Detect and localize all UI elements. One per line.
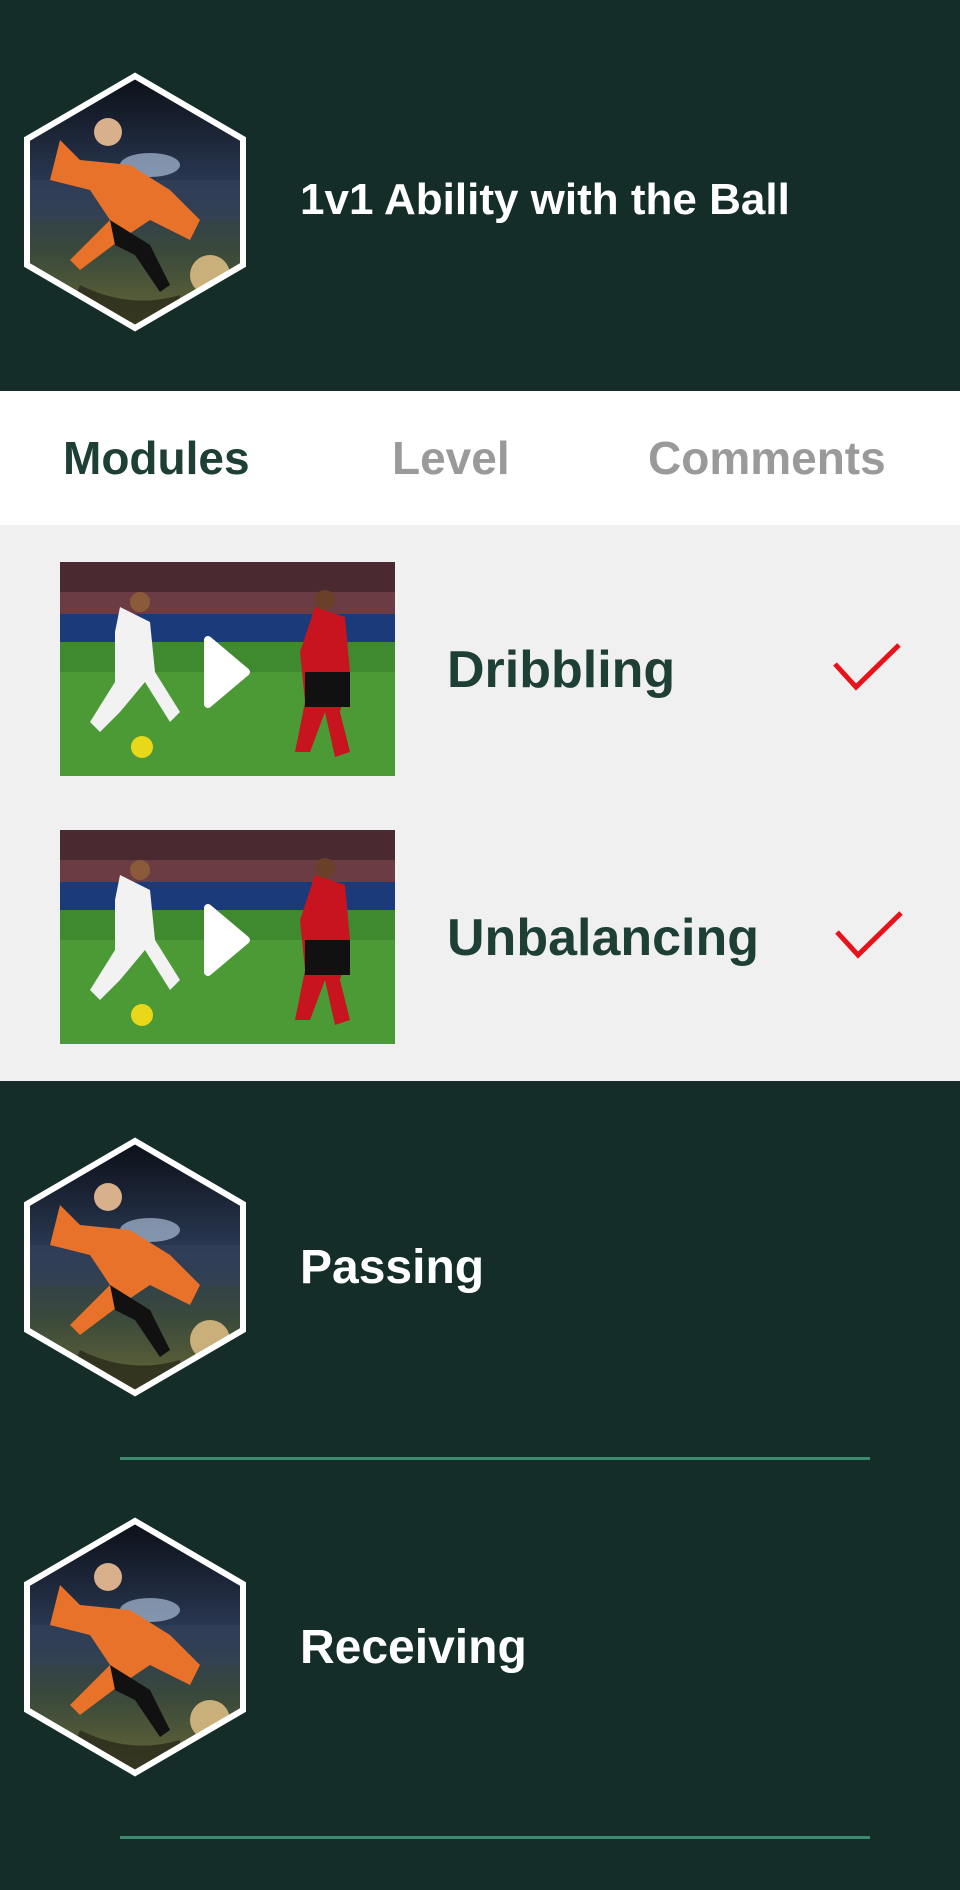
- course-title: 1v1 Ability with the Ball: [300, 175, 790, 224]
- tab-bar: Modules Level Comments: [0, 391, 960, 525]
- section-thumbnail-hexagon: [20, 1135, 250, 1399]
- modules-list: Dribbling Unbalancing: [0, 525, 960, 1081]
- course-thumbnail-hexagon: [20, 70, 250, 334]
- module-label: Dribbling: [447, 641, 676, 699]
- video-thumbnail[interactable]: [60, 562, 395, 776]
- play-icon: [204, 636, 250, 708]
- checkmark-icon: [835, 911, 903, 959]
- section-item-receiving[interactable]: Receiving: [0, 1515, 960, 1815]
- course-header: 1v1 Ability with the Ball: [0, 0, 960, 391]
- section-label: Receiving: [300, 1621, 527, 1674]
- tab-level[interactable]: Level: [392, 429, 510, 487]
- play-icon: [204, 904, 250, 976]
- video-thumbnail[interactable]: [60, 830, 395, 1044]
- tab-comments[interactable]: Comments: [648, 429, 886, 487]
- module-item-unbalancing[interactable]: Unbalancing: [0, 830, 960, 1044]
- checkmark-icon: [833, 643, 901, 691]
- section-thumbnail-hexagon: [20, 1515, 250, 1779]
- section-item-passing[interactable]: Passing: [0, 1135, 960, 1435]
- section-divider: [120, 1836, 870, 1839]
- section-label: Passing: [300, 1241, 485, 1294]
- section-divider: [120, 1457, 870, 1460]
- tab-modules[interactable]: Modules: [63, 429, 250, 487]
- module-label: Unbalancing: [447, 909, 760, 967]
- module-item-dribbling[interactable]: Dribbling: [0, 562, 960, 776]
